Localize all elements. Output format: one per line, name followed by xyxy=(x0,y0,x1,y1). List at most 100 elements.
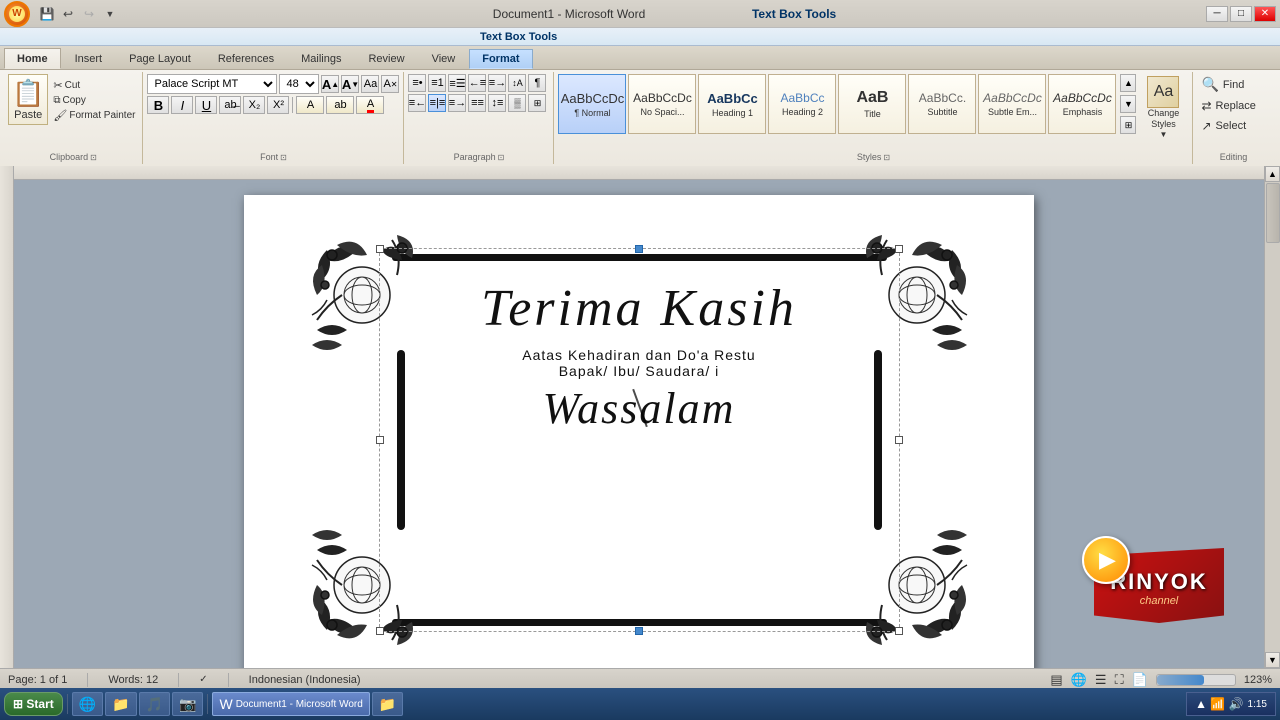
document-scroll-area[interactable]: Terima Kasih Aatas Kehadiran dan Do'a Re… xyxy=(14,180,1264,668)
style-h1-label: Heading 1 xyxy=(712,108,753,118)
spell-check-icon[interactable]: ✓ xyxy=(199,674,207,685)
main-title[interactable]: Terima Kasih xyxy=(481,280,797,337)
copy-icon: ⧉ xyxy=(53,95,60,106)
view-web-icon[interactable]: 🌐 xyxy=(1071,672,1087,688)
office-button[interactable]: W xyxy=(4,1,30,27)
styles-more[interactable]: ⊞ xyxy=(1120,116,1136,134)
tab-view[interactable]: View xyxy=(419,49,469,69)
tab-references[interactable]: References xyxy=(205,49,287,69)
style-heading2[interactable]: AaBbCc Heading 2 xyxy=(768,74,836,134)
style-no-spacing[interactable]: AaBbCcDc No Spaci... xyxy=(628,74,696,134)
undo-button[interactable]: ↩ xyxy=(59,6,77,22)
cut-button[interactable]: ✂ Cut xyxy=(50,78,138,93)
shrink-font-button[interactable]: A▼ xyxy=(341,75,359,93)
scroll-thumb[interactable] xyxy=(1266,183,1280,243)
taskbar-explorer[interactable]: 📁 xyxy=(372,692,403,716)
font-size-select[interactable]: 48 xyxy=(279,74,319,94)
style-title[interactable]: AaB Title xyxy=(838,74,906,134)
borders-button[interactable]: ⊞ xyxy=(528,94,546,112)
grow-font-button[interactable]: A▲ xyxy=(321,75,339,93)
start-button[interactable]: ⊞ Start xyxy=(4,692,63,716)
para-expand-icon[interactable]: ⊡ xyxy=(498,153,505,162)
view-draft-icon[interactable]: 📄 xyxy=(1132,672,1148,688)
style-heading1[interactable]: AaBbCc Heading 1 xyxy=(698,74,766,134)
bold-button[interactable]: B xyxy=(147,96,169,114)
shading-button[interactable]: ▒ xyxy=(508,94,526,112)
sort-button[interactable]: ↕A xyxy=(508,74,526,92)
copy-button[interactable]: ⧉ Copy xyxy=(50,94,138,107)
style-normal[interactable]: AaBbCcDc ¶ Normal xyxy=(558,74,626,134)
tab-review[interactable]: Review xyxy=(355,49,417,69)
strikethrough-button[interactable]: ab̶ xyxy=(219,96,241,114)
tab-mailings[interactable]: Mailings xyxy=(288,49,354,69)
tab-page-layout[interactable]: Page Layout xyxy=(116,49,204,69)
style-subtitle[interactable]: AaBbCc. Subtitle xyxy=(908,74,976,134)
align-left-button[interactable]: ≡← xyxy=(408,94,426,112)
styles-scroll: ▲ ▼ ⊞ xyxy=(1120,74,1136,134)
taskbar-ie[interactable]: 🌐 xyxy=(72,692,103,716)
maximize-button[interactable]: □ xyxy=(1230,6,1252,22)
underline-button[interactable]: U xyxy=(195,96,217,114)
taskbar-folder[interactable]: 📁 xyxy=(105,692,136,716)
view-normal-icon[interactable]: ▤ xyxy=(1050,672,1062,688)
font-color-button[interactable]: A xyxy=(356,96,384,114)
subscript-button[interactable]: X₂ xyxy=(243,96,265,114)
scroll-down-button[interactable]: ▼ xyxy=(1265,652,1280,668)
justify-button[interactable]: ≡≡ xyxy=(468,94,486,112)
numbering-button[interactable]: ≡1 xyxy=(428,74,446,92)
save-button[interactable]: 💾 xyxy=(38,6,56,22)
align-right-button[interactable]: ≡→ xyxy=(448,94,466,112)
show-para-button[interactable]: ¶ xyxy=(528,74,546,92)
tab-home[interactable]: Home xyxy=(4,48,61,69)
bullets-button[interactable]: ≡• xyxy=(408,74,426,92)
closing-text[interactable]: Wassalam xyxy=(543,383,736,434)
qa-dropdown-button[interactable]: ▼ xyxy=(101,6,119,22)
styles-scroll-down[interactable]: ▼ xyxy=(1120,95,1136,113)
taskbar-word[interactable]: W Document1 - Microsoft Word xyxy=(212,692,369,716)
tab-format[interactable]: Format xyxy=(469,49,532,69)
paste-button[interactable]: 📋 Paste xyxy=(8,74,48,125)
clipboard-expand-icon[interactable]: ⊡ xyxy=(90,153,97,162)
font-expand-icon[interactable]: ⊡ xyxy=(280,153,287,162)
multilevel-button[interactable]: ≡☰ xyxy=(448,74,466,92)
clear-formatting-button[interactable]: A✕ xyxy=(381,75,399,93)
ribbon-context-bar: Text Box Tools xyxy=(0,28,1280,46)
scroll-track[interactable] xyxy=(1265,182,1280,652)
scroll-up-button[interactable]: ▲ xyxy=(1265,166,1280,182)
align-center-button[interactable]: ≡|≡ xyxy=(428,94,446,112)
select-button[interactable]: ↗ Select xyxy=(1197,117,1250,135)
format-painter-icon: 🖌 xyxy=(53,109,67,122)
style-emphasis[interactable]: AaBbCcDc Emphasis xyxy=(1048,74,1116,134)
tab-insert[interactable]: Insert xyxy=(62,49,116,69)
highlight-button[interactable]: ab xyxy=(326,96,354,114)
italic-button[interactable]: I xyxy=(171,96,193,114)
change-case-button[interactable]: Aa xyxy=(361,75,379,93)
font-name-select[interactable]: Palace Script MT xyxy=(147,74,277,94)
styles-scroll-up[interactable]: ▲ xyxy=(1120,74,1136,92)
replace-button[interactable]: ⇄ Replace xyxy=(1197,97,1259,115)
format-painter-button[interactable]: 🖌 Format Painter xyxy=(50,108,138,123)
decrease-indent-button[interactable]: ←≡ xyxy=(468,74,486,92)
statusbar: Page: 1 of 1 Words: 12 ✓ Indonesian (Ind… xyxy=(0,668,1280,690)
find-button[interactable]: 🔍 Find xyxy=(1197,74,1248,95)
redo-button[interactable]: ↪ xyxy=(80,6,98,22)
change-styles-button[interactable]: Aa ChangeStyles ▼ xyxy=(1138,74,1188,141)
taskbar-media[interactable]: 🎵 xyxy=(139,692,170,716)
text-effects-button[interactable]: A xyxy=(296,96,324,114)
minimize-button[interactable]: ─ xyxy=(1206,6,1228,22)
style-subtle-em[interactable]: AaBbCcDc Subtle Em... xyxy=(978,74,1046,134)
zoom-slider[interactable] xyxy=(1156,674,1236,686)
style-normal-label: ¶ Normal xyxy=(574,108,610,118)
language-status[interactable]: Indonesian (Indonesia) xyxy=(249,674,361,686)
style-em-preview: AaBbCcDc xyxy=(1053,91,1112,105)
superscript-button[interactable]: X² xyxy=(267,96,289,114)
styles-expand-icon[interactable]: ⊡ xyxy=(883,153,890,162)
increase-indent-button[interactable]: ≡→ xyxy=(488,74,506,92)
styles-group-label: Styles ⊡ xyxy=(554,152,1192,162)
close-button[interactable]: ✕ xyxy=(1254,6,1276,22)
styles-group: AaBbCcDc ¶ Normal AaBbCcDc No Spaci... A… xyxy=(554,72,1193,164)
view-outline-icon[interactable]: ☰ xyxy=(1095,672,1107,688)
line-spacing-button[interactable]: ↕≡ xyxy=(488,94,506,112)
taskbar-media2[interactable]: 📷 xyxy=(172,692,203,716)
view-fullscreen-icon[interactable]: ⛶ xyxy=(1115,672,1124,688)
